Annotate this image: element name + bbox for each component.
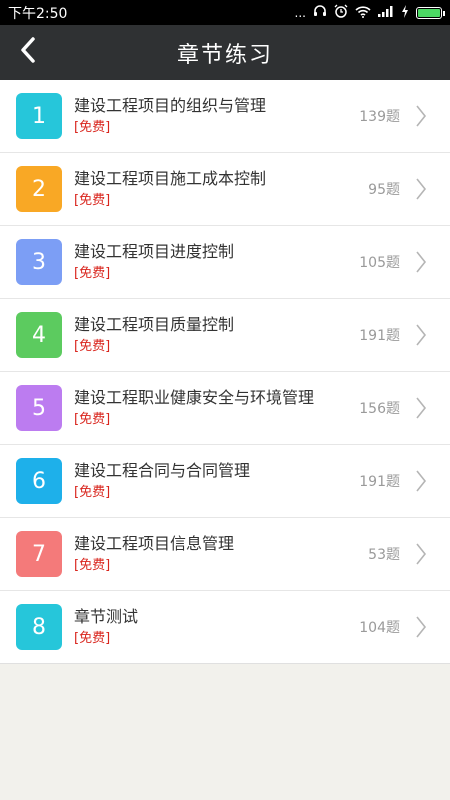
chapter-number-badge: 7 bbox=[16, 531, 62, 577]
status-icons: ... bbox=[294, 4, 445, 21]
chapter-row-4[interactable]: 4 建设工程项目质量控制 [免费] 191题 bbox=[0, 299, 450, 372]
chapter-row-5[interactable]: 5 建设工程职业健康安全与环境管理 [免费] 156题 bbox=[0, 372, 450, 445]
chapter-row-8[interactable]: 8 章节测试 [免费] 104题 bbox=[0, 591, 450, 664]
chevron-right-icon bbox=[410, 393, 432, 423]
app-bar: 章节练习 bbox=[0, 25, 450, 80]
chevron-right-icon bbox=[410, 320, 432, 350]
chevron-right-icon bbox=[410, 612, 432, 642]
chapter-row-3[interactable]: 3 建设工程项目进度控制 [免费] 105题 bbox=[0, 226, 450, 299]
chapter-number-badge: 2 bbox=[16, 166, 62, 212]
chapter-row-2[interactable]: 2 建设工程项目施工成本控制 [免费] 95题 bbox=[0, 153, 450, 226]
question-count: 156题 bbox=[359, 401, 400, 417]
chapter-row-7[interactable]: 7 建设工程项目信息管理 [免费] 53题 bbox=[0, 518, 450, 591]
chapter-title: 建设工程合同与合同管理 bbox=[74, 461, 251, 480]
chevron-right-icon bbox=[410, 101, 432, 131]
back-arrow-icon bbox=[18, 36, 38, 68]
chevron-right-icon bbox=[410, 539, 432, 569]
chapter-number-badge: 4 bbox=[16, 312, 62, 358]
chapter-number-badge: 8 bbox=[16, 604, 62, 650]
chapter-title: 建设工程项目信息管理 bbox=[74, 534, 235, 553]
free-tag: [免费] bbox=[74, 339, 111, 354]
chapter-row-6[interactable]: 6 建设工程合同与合同管理 [免费] 191题 bbox=[0, 445, 450, 518]
question-count: 191题 bbox=[359, 328, 400, 344]
chapter-number-badge: 6 bbox=[16, 458, 62, 504]
headset-icon bbox=[313, 4, 327, 21]
chapter-title: 建设工程项目质量控制 bbox=[74, 315, 235, 334]
question-count: 104题 bbox=[359, 620, 400, 636]
free-tag: [免费] bbox=[74, 120, 111, 135]
free-tag: [免费] bbox=[74, 558, 111, 573]
status-bar: 下午2:50 ... bbox=[0, 0, 450, 25]
page-title: 章节练习 bbox=[176, 42, 273, 68]
chapter-title: 建设工程项目进度控制 bbox=[74, 242, 235, 261]
question-count: 95题 bbox=[368, 182, 400, 198]
chapter-number-badge: 5 bbox=[16, 385, 62, 431]
free-tag: [免费] bbox=[74, 266, 111, 281]
free-tag: [免费] bbox=[74, 485, 111, 500]
charging-icon bbox=[401, 4, 409, 21]
alarm-icon bbox=[334, 4, 348, 21]
chapter-title: 建设工程项目施工成本控制 bbox=[74, 169, 267, 188]
chapter-title: 建设工程项目的组织与管理 bbox=[74, 96, 267, 115]
wifi-icon bbox=[355, 5, 371, 21]
question-count: 105题 bbox=[359, 255, 400, 271]
free-tag: [免费] bbox=[74, 193, 111, 208]
chapter-title: 建设工程职业健康安全与环境管理 bbox=[74, 388, 315, 407]
battery-icon bbox=[416, 6, 445, 19]
chapter-number-badge: 3 bbox=[16, 239, 62, 285]
free-tag: [免费] bbox=[74, 412, 111, 427]
free-tag: [免费] bbox=[74, 631, 111, 646]
chevron-right-icon bbox=[410, 466, 432, 496]
chapter-row-1[interactable]: 1 建设工程项目的组织与管理 [免费] 139题 bbox=[0, 80, 450, 153]
question-count: 139题 bbox=[359, 109, 400, 125]
chevron-right-icon bbox=[410, 247, 432, 277]
back-button[interactable] bbox=[8, 31, 48, 73]
question-count: 53题 bbox=[368, 547, 400, 563]
chapter-title: 章节测试 bbox=[74, 607, 139, 626]
chevron-right-icon bbox=[410, 174, 432, 204]
chapter-list: 1 建设工程项目的组织与管理 [免费] 139题 2 建设工程项目施工成本控制 … bbox=[0, 80, 450, 664]
chapter-number-badge: 1 bbox=[16, 93, 62, 139]
more-dots-icon: ... bbox=[294, 5, 306, 20]
status-time: 下午2:50 bbox=[8, 5, 68, 22]
signal-icon bbox=[378, 5, 394, 20]
question-count: 191题 bbox=[359, 474, 400, 490]
